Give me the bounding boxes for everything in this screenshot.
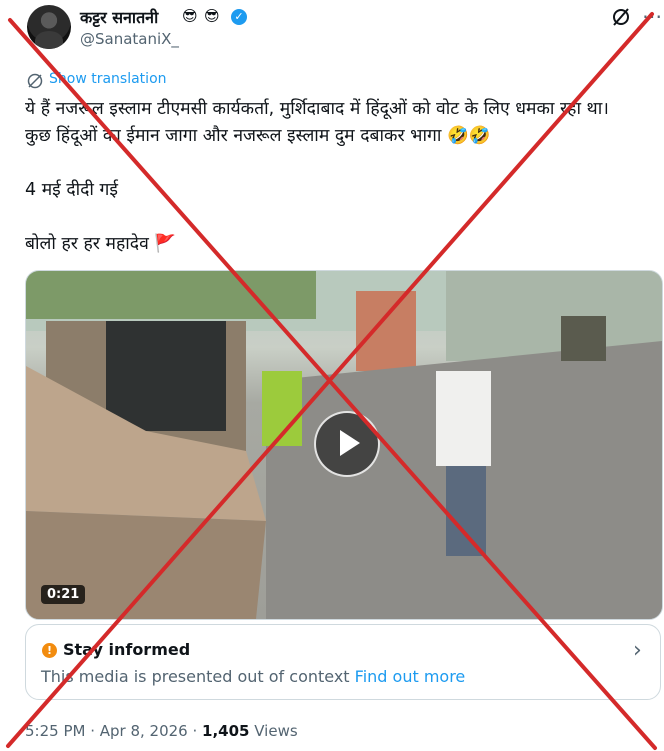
verified-badge-icon: ✓ [231, 9, 247, 25]
globe-icon [27, 73, 43, 89]
tweet-meta: 5:25 PM · Apr 8, 2026 · 1,405 Views [25, 722, 298, 740]
note-body: This media is presented out of context F… [41, 667, 465, 686]
sunglasses-emoji: 😎 [182, 7, 198, 25]
more-options-icon[interactable]: ⋯ [642, 6, 662, 26]
play-button[interactable] [314, 411, 380, 477]
alert-icon: ! [42, 643, 57, 658]
views-count: 1,405 [202, 722, 250, 740]
video-duration: 0:21 [41, 585, 86, 604]
note-text: This media is presented out of context [41, 667, 350, 686]
tweet-header: कट्टर सनातनी 😎 😎 ✓ @SanataniX_ ⋯ [0, 0, 664, 62]
views-label: Views [249, 722, 298, 740]
chevron-right-icon[interactable]: › [633, 640, 642, 662]
show-translation-label[interactable]: Show translation [49, 71, 167, 87]
video-player[interactable]: 0:21 [25, 270, 663, 620]
user-handle[interactable]: @SanataniX_ [80, 30, 179, 48]
display-name[interactable]: कट्टर सनातनी [80, 6, 158, 28]
community-note[interactable]: ! Stay informed This media is presented … [25, 624, 661, 700]
timestamp[interactable]: 5:25 PM · Apr 8, 2026 · [25, 722, 202, 740]
grok-icon[interactable] [610, 6, 632, 28]
avatar[interactable] [27, 5, 71, 49]
tweet-line: बोलो हर हर महादेव 🚩 [25, 234, 177, 254]
tweet-line: ये हैं नजरूल इस्लाम टीएमसी कार्यकर्ता, म… [25, 99, 609, 146]
tweet-line: 4 मई दीदी गई [25, 180, 118, 200]
note-title: Stay informed [63, 640, 191, 659]
sunglasses-emoji: 😎 [204, 7, 220, 25]
find-out-more-link[interactable]: Find out more [355, 667, 466, 686]
tweet-text: ये हैं नजरूल इस्लाम टीएमसी कार्यकर्ता, म… [25, 96, 640, 258]
